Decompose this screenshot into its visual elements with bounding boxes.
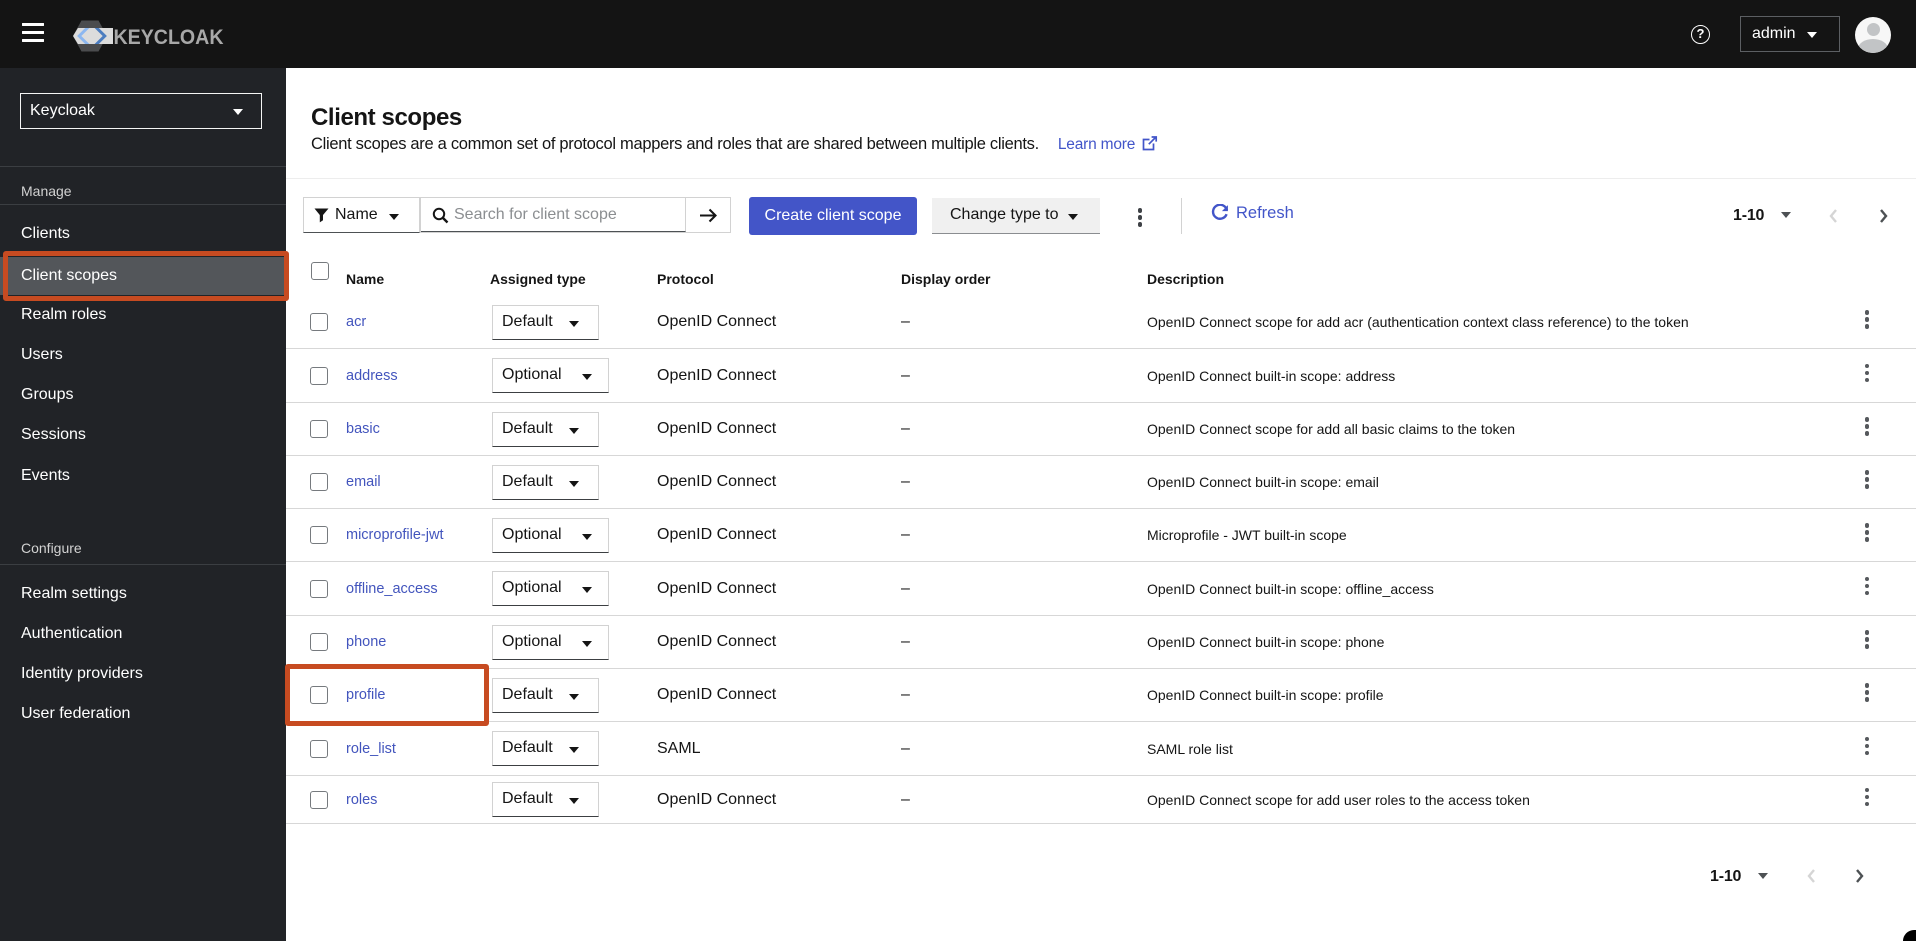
- svg-text:KEYCLOAK: KEYCLOAK: [114, 25, 224, 49]
